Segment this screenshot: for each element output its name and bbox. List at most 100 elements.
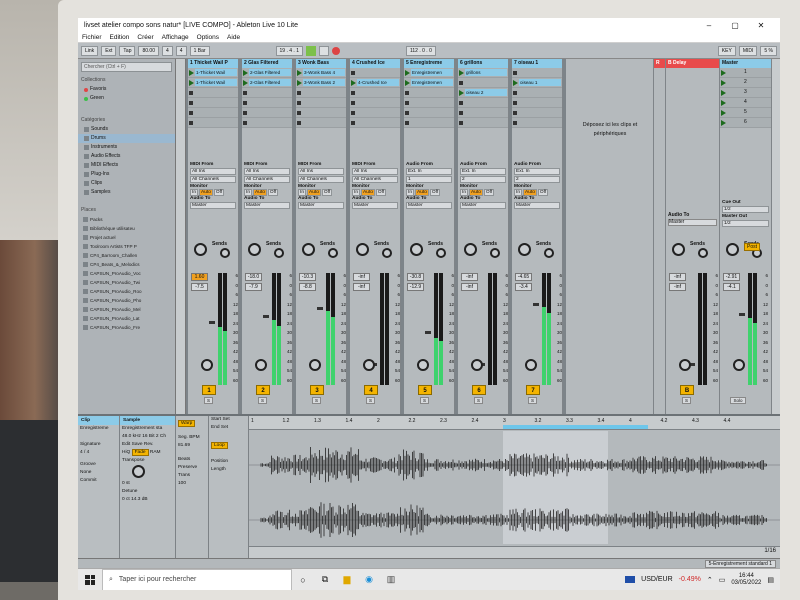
clip-stop-icon[interactable]: [459, 81, 463, 85]
send-knob[interactable]: [382, 248, 392, 258]
network-icon[interactable]: ▭: [719, 576, 726, 584]
clip-name[interactable]: Enregistremen: [411, 79, 453, 86]
input-type-select[interactable]: Ext. In: [460, 168, 506, 175]
track-delay-knob[interactable]: [525, 359, 537, 371]
volume-fader[interactable]: [739, 313, 745, 316]
clip-slot[interactable]: [404, 98, 454, 108]
send-knob[interactable]: [544, 248, 554, 258]
input-channel-select[interactable]: 2: [514, 176, 560, 183]
scene-play-icon[interactable]: [721, 120, 726, 126]
clip-slot[interactable]: [404, 118, 454, 128]
monitor-off-button[interactable]: Off: [483, 189, 495, 196]
scene-play-icon[interactable]: [721, 70, 726, 76]
clip-stop-icon[interactable]: [405, 121, 409, 125]
hiq-button[interactable]: HiQ: [122, 450, 130, 455]
clip-stop-icon[interactable]: [297, 111, 301, 115]
clip-name[interactable]: oiseau 2: [465, 89, 507, 96]
monitor-off-button[interactable]: Off: [375, 189, 387, 196]
monitor-auto-button[interactable]: Auto: [361, 189, 375, 196]
file-explorer-icon[interactable]: ▆: [336, 569, 358, 591]
signature-denominator[interactable]: 4: [175, 45, 187, 56]
clip-slot[interactable]: 2-Glas Filtered: [242, 68, 292, 78]
clip-slot[interactable]: oiseau 1: [512, 78, 562, 88]
menu-help[interactable]: Aide: [227, 34, 240, 41]
track-header[interactable]: 5 Enregistreme: [404, 59, 454, 68]
place-item[interactable]: CAPSUN_ProAudio_Lat: [78, 314, 175, 323]
transpose-knob[interactable]: [132, 465, 145, 478]
volume-value[interactable]: -inf: [461, 273, 478, 281]
record-button[interactable]: [331, 46, 340, 55]
fade-button[interactable]: Fade: [131, 449, 149, 456]
edge-icon[interactable]: ◉: [358, 569, 380, 591]
clip-slot[interactable]: 3-Wonk Bass 2: [296, 78, 346, 88]
master-header[interactable]: Master: [720, 59, 771, 68]
clip-slot[interactable]: [296, 118, 346, 128]
track-activator[interactable]: 6: [472, 385, 486, 395]
clip-slot[interactable]: [512, 118, 562, 128]
place-item[interactable]: CAPSUN_ProAudio_Fre: [78, 323, 175, 332]
send-knob[interactable]: [274, 248, 284, 258]
loop-brace[interactable]: [503, 425, 648, 429]
track-header[interactable]: 3 Wonk Bass: [296, 59, 346, 68]
input-type-select[interactable]: All Ins: [244, 168, 290, 175]
clip-slot[interactable]: [296, 98, 346, 108]
monitor-off-button[interactable]: Off: [213, 189, 225, 196]
track-delay-knob[interactable]: [471, 359, 483, 371]
clip-slot[interactable]: [350, 108, 400, 118]
signature-numerator[interactable]: 4: [162, 45, 173, 56]
clip-stop-icon[interactable]: [243, 91, 247, 95]
return-header[interactable]: B Delay: [666, 59, 719, 68]
clip-slot[interactable]: [458, 78, 508, 88]
solo-button[interactable]: S: [474, 397, 483, 404]
clip-slot[interactable]: [512, 68, 562, 78]
send-knob[interactable]: [698, 248, 708, 258]
volume-value[interactable]: -4.65: [515, 273, 532, 281]
quantization-menu[interactable]: 1 Bar: [189, 45, 210, 56]
clip-stop-icon[interactable]: [351, 71, 355, 75]
monitor-auto-button[interactable]: Auto: [469, 189, 483, 196]
track-delay-knob[interactable]: [679, 359, 691, 371]
clip-stop-icon[interactable]: [297, 101, 301, 105]
input-channel-select[interactable]: All Channels: [190, 176, 236, 183]
clip-play-icon[interactable]: [243, 80, 248, 86]
track-activator[interactable]: 5: [418, 385, 432, 395]
clip-slot[interactable]: 1-Thicket Wail: [188, 78, 238, 88]
clip-stop-icon[interactable]: [459, 121, 463, 125]
clip-stop-icon[interactable]: [459, 101, 463, 105]
timeline-ruler[interactable]: 1 1.2 1.3 1.4 2 2.2 2.3 2.4 3 3.2 3.3 3.4 4 4.2 4.3 4.4: [249, 416, 780, 430]
clip-slot[interactable]: [350, 98, 400, 108]
warp-mode-select[interactable]: Beats: [176, 456, 208, 464]
clip-slot[interactable]: Enregistremen: [404, 78, 454, 88]
input-type-select[interactable]: All Ins: [298, 168, 344, 175]
warp-button[interactable]: Warp: [178, 420, 196, 427]
clip-stop-icon[interactable]: [405, 91, 409, 95]
clip-stop-icon[interactable]: [351, 91, 355, 95]
monitor-auto-button[interactable]: Auto: [307, 189, 321, 196]
clip-slot[interactable]: [350, 118, 400, 128]
menu-file[interactable]: Fichier: [82, 34, 102, 41]
input-type-select[interactable]: All Ins: [352, 168, 398, 175]
clip-slot[interactable]: [404, 88, 454, 98]
scene-play-icon[interactable]: [721, 110, 726, 116]
link-button[interactable]: Link: [81, 45, 99, 56]
clip-slot[interactable]: [242, 98, 292, 108]
editor-scrollbar[interactable]: 1/16: [249, 546, 780, 558]
clip-stop-icon[interactable]: [243, 101, 247, 105]
menu-edit[interactable]: Edition: [110, 34, 130, 41]
input-channel-select[interactable]: All Channels: [352, 176, 398, 183]
ram-button[interactable]: RAM: [150, 450, 161, 455]
right-scrollbar[interactable]: [772, 59, 780, 414]
clip-slot[interactable]: [512, 108, 562, 118]
detune-value[interactable]: 0 ct: [122, 497, 130, 502]
clip-slot[interactable]: [188, 98, 238, 108]
rev-button[interactable]: Rev.: [144, 442, 154, 447]
monitor-in-button[interactable]: In: [514, 189, 523, 196]
clip-play-icon[interactable]: [189, 70, 194, 76]
clip-play-icon[interactable]: [459, 70, 464, 76]
monitor-in-button[interactable]: In: [460, 189, 469, 196]
solo-button[interactable]: S: [420, 397, 429, 404]
input-channel-select[interactable]: All Channels: [298, 176, 344, 183]
ableton-icon[interactable]: ▥: [380, 569, 402, 591]
clip-slot[interactable]: 4-Crushed Ice: [350, 78, 400, 88]
monitor-auto-button[interactable]: Auto: [199, 189, 213, 196]
